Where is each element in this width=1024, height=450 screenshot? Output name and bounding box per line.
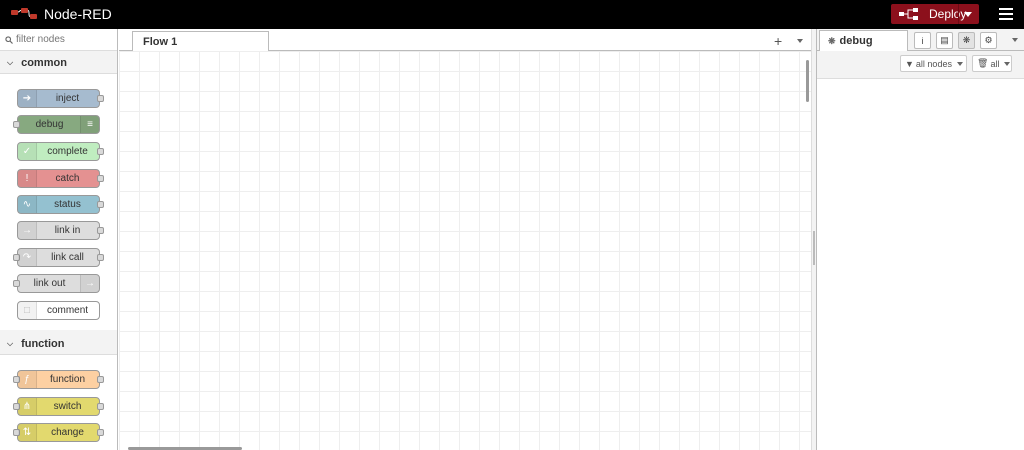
chevron-down-icon bbox=[956, 61, 963, 66]
sidebar-tab-bar: ❋ debug i ▤ ❋ ⚙ bbox=[817, 29, 1024, 52]
filter-icon: ▼ bbox=[905, 58, 914, 69]
input-port bbox=[13, 121, 20, 128]
link-in-arrow-icon: → bbox=[18, 222, 37, 239]
chevron-down-icon: ⌵ bbox=[7, 57, 14, 67]
gear-icon: ⚙ bbox=[984, 35, 993, 45]
category-header-common[interactable]: ⌵ common bbox=[0, 52, 117, 74]
main-menu-icon[interactable] bbox=[999, 8, 1013, 20]
tab-debug[interactable]: ❋ debug bbox=[819, 30, 908, 52]
bug-icon: ❋ bbox=[828, 35, 836, 46]
flow-list-caret-icon[interactable] bbox=[797, 39, 803, 43]
palette-node-comment[interactable]: □ comment bbox=[17, 301, 100, 320]
palette-node-complete[interactable]: ✓ complete bbox=[17, 142, 104, 161]
inject-arrow-icon: ➔ bbox=[18, 90, 37, 107]
bug-icon: ❋ bbox=[962, 35, 971, 45]
trash-icon: 🗑 bbox=[977, 58, 989, 68]
deploy-icon bbox=[899, 8, 919, 20]
app-title: Node-RED bbox=[44, 6, 112, 22]
header-bar: Node-RED Deploy bbox=[0, 0, 1024, 29]
app-logo: Node-RED bbox=[10, 6, 112, 22]
output-port bbox=[97, 403, 104, 410]
output-port bbox=[97, 95, 104, 102]
palette-filter bbox=[0, 29, 117, 51]
deploy-separator bbox=[958, 4, 959, 24]
deploy-options-caret-icon[interactable] bbox=[964, 12, 972, 17]
tab-flow-1[interactable]: Flow 1 bbox=[132, 31, 269, 52]
catch-alert-icon: ! bbox=[18, 170, 37, 187]
canvas-vertical-scrollbar[interactable] bbox=[806, 60, 809, 102]
palette-node-link-call[interactable]: ↷ link call bbox=[13, 248, 104, 267]
category-label: common bbox=[21, 56, 67, 69]
node-red-logo-icon bbox=[11, 8, 37, 19]
palette-node-link-in[interactable]: → link in bbox=[17, 221, 104, 240]
link-call-icon: ↷ bbox=[18, 249, 37, 266]
help-tab-button[interactable]: ▤ bbox=[936, 32, 953, 49]
input-port bbox=[13, 280, 20, 287]
clear-messages-button[interactable]: 🗑 all bbox=[972, 55, 1012, 72]
palette-node-catch[interactable]: ! catch bbox=[17, 169, 104, 188]
workspace-tab-bar: Flow 1 + bbox=[119, 29, 811, 52]
output-port bbox=[97, 254, 104, 261]
output-port bbox=[97, 201, 104, 208]
node-palette: ⌵ common ➔ inject debug ≡ ✓ complete ! c… bbox=[0, 29, 118, 450]
debug-tab-button[interactable]: ❋ bbox=[958, 32, 975, 49]
palette-node-status[interactable]: ∿ status bbox=[17, 195, 104, 214]
config-tab-button[interactable]: ⚙ bbox=[980, 32, 997, 49]
filter-nodes-button[interactable]: ▼ all nodes bbox=[900, 55, 967, 72]
flow-canvas[interactable] bbox=[119, 51, 811, 450]
category-label: function bbox=[21, 337, 65, 350]
deploy-label: Deploy bbox=[929, 7, 967, 21]
deploy-button[interactable]: Deploy bbox=[891, 4, 979, 24]
info-tab-button[interactable]: i bbox=[914, 32, 931, 49]
sidebar: ❋ debug i ▤ ❋ ⚙ ▼ all nodes 🗑 all bbox=[817, 29, 1024, 450]
debug-list-icon: ≡ bbox=[80, 116, 99, 133]
comment-bubble-icon: □ bbox=[18, 302, 37, 319]
output-port bbox=[97, 429, 104, 436]
output-port bbox=[97, 376, 104, 383]
chevron-down-icon bbox=[1004, 61, 1011, 66]
palette-node-change[interactable]: ⇅ change bbox=[13, 423, 104, 442]
output-port bbox=[97, 175, 104, 182]
link-out-arrow-icon: → bbox=[80, 275, 99, 292]
search-icon bbox=[5, 35, 13, 44]
function-icon: ƒ bbox=[18, 371, 37, 388]
output-port bbox=[97, 148, 104, 155]
tab-label: Flow 1 bbox=[143, 35, 178, 48]
palette-node-function[interactable]: ƒ function bbox=[13, 370, 104, 389]
splitter-grip[interactable] bbox=[813, 231, 815, 265]
book-icon: ▤ bbox=[940, 35, 949, 45]
filter-nodes-input[interactable] bbox=[16, 34, 116, 45]
tab-label: debug bbox=[839, 35, 873, 47]
status-pulse-icon: ∿ bbox=[18, 196, 37, 213]
chevron-down-icon: ⌵ bbox=[7, 338, 14, 348]
category-body-common: ➔ inject debug ≡ ✓ complete ! catch ∿ st… bbox=[0, 74, 117, 330]
complete-check-icon: ✓ bbox=[18, 143, 37, 160]
palette-node-inject[interactable]: ➔ inject bbox=[17, 89, 104, 108]
switch-fork-icon: ⋔ bbox=[18, 398, 37, 415]
output-port bbox=[97, 227, 104, 234]
change-shuffle-icon: ⇅ bbox=[18, 424, 37, 441]
palette-node-switch[interactable]: ⋔ switch bbox=[13, 397, 104, 416]
sidebar-tabs-caret-icon[interactable] bbox=[1012, 38, 1018, 42]
category-body-function: ƒ function ⋔ switch ⇅ change bbox=[0, 355, 117, 450]
debug-toolbar: ▼ all nodes 🗑 all bbox=[817, 51, 1024, 79]
category-header-function[interactable]: ⌵ function bbox=[0, 333, 117, 355]
add-flow-icon[interactable]: + bbox=[774, 33, 782, 49]
palette-node-debug[interactable]: debug ≡ bbox=[13, 115, 100, 134]
info-icon: i bbox=[921, 35, 924, 46]
palette-node-link-out[interactable]: link out → bbox=[13, 274, 100, 293]
